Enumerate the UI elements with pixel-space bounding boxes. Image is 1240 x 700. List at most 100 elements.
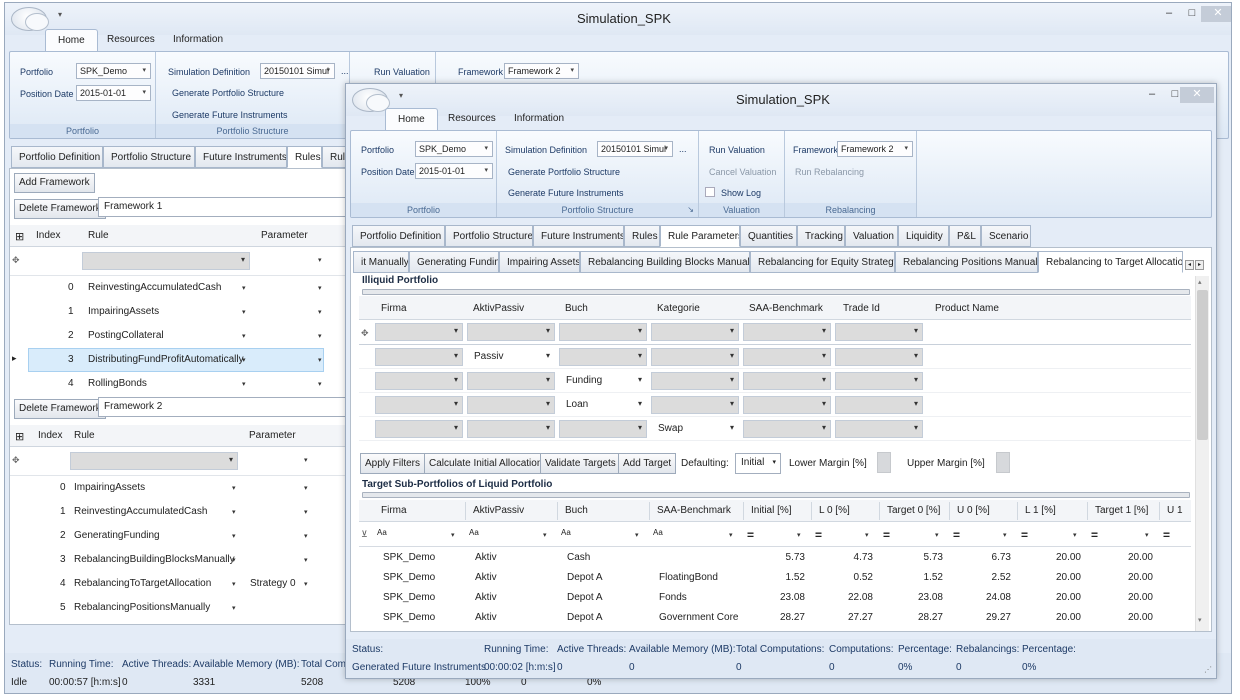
tab-liquidity[interactable]: Liquidity [898, 225, 949, 247]
cell-combo[interactable] [467, 396, 555, 414]
column-filter[interactable]: Aa [561, 528, 571, 537]
cell-combo[interactable] [651, 372, 739, 390]
calculate-initial-allocation-button[interactable]: Calculate Initial Allocation [424, 453, 548, 474]
target-col-header[interactable]: Target 1 [%] [1095, 505, 1148, 516]
quick-access-arrow[interactable]: ▾ [58, 10, 62, 19]
cell-combo[interactable] [743, 348, 831, 366]
cell-combo[interactable]: Passiv [467, 348, 555, 366]
column-filter[interactable]: = [953, 528, 960, 542]
column-filter[interactable]: Aa [653, 528, 663, 537]
lower-margin-input[interactable] [877, 452, 891, 473]
illiquid-filter-combo[interactable] [467, 323, 555, 341]
tab-scroll-right-icon[interactable]: ▸ [1195, 260, 1204, 270]
close-icon[interactable]: ✕ [1180, 87, 1214, 103]
tab-portfolio-definition[interactable]: Portfolio Definition [11, 146, 103, 168]
target-col-header[interactable]: Target 0 [%] [887, 505, 940, 516]
column-filter[interactable]: Aa [469, 528, 479, 537]
table-row[interactable]: SPK_Demo Aktiv Depot A Fonds 23.08 22.08 23.08… [359, 588, 1191, 608]
tab-quantities[interactable]: Quantities [740, 225, 797, 247]
illiquid-filter-combo[interactable] [835, 323, 923, 341]
cell-combo[interactable] [375, 420, 463, 438]
new-rule-combo[interactable] [70, 452, 238, 470]
col-aktivpassiv[interactable]: AktivPassiv [473, 303, 524, 314]
grid-settings-icon[interactable]: ⊞ [15, 430, 24, 443]
target-col-header[interactable]: U 0 [%] [957, 505, 990, 516]
tab-tracking[interactable]: Tracking [797, 225, 845, 247]
subtab-rebalancing-target-allocation[interactable]: Rebalancing to Target Allocation [1038, 251, 1183, 273]
new-rule-combo[interactable] [82, 252, 250, 270]
ribbon-tab-home[interactable]: Home [385, 108, 438, 130]
ribbon-tab-information[interactable]: Information [161, 29, 235, 51]
framework-2-name[interactable]: Framework 2 [98, 397, 346, 417]
illiquid-splitter[interactable] [362, 289, 1190, 295]
group-launcher-icon[interactable]: ↘ [687, 203, 694, 217]
subtab-rebalancing-positions[interactable]: Rebalancing Positions Manually [895, 251, 1038, 273]
tab-scroll-left-icon[interactable]: ◂ [1185, 260, 1194, 270]
tab-portfolio-structure[interactable]: Portfolio Structure [445, 225, 533, 247]
show-log-checkbox[interactable] [705, 187, 715, 197]
validate-targets-button[interactable]: Validate Targets [540, 453, 621, 474]
illiquid-filter-combo[interactable] [651, 323, 739, 341]
cell-combo[interactable] [375, 348, 463, 366]
column-filter[interactable]: = [747, 528, 754, 542]
target-col-header[interactable]: AktivPassiv [473, 505, 524, 516]
generate-portfolio-button[interactable]: Generate Portfolio Structure [172, 88, 284, 98]
table-row[interactable]: 0 ReinvestingAccumulatedCash ▾ ▾ [10, 276, 348, 300]
table-row[interactable]: SPK_Demo Aktiv Depot A FloatingBond 1.52 0.52… [359, 568, 1191, 588]
cancel-valuation-button[interactable]: Cancel Valuation [709, 167, 776, 177]
apply-filters-button[interactable]: Apply Filters [360, 453, 426, 474]
sim-def-more-button[interactable]: ... [341, 66, 349, 76]
sim-def-combo[interactable]: 20150101 Simul ▾ [597, 141, 673, 157]
app-menu-orb[interactable] [352, 88, 390, 112]
table-row[interactable]: 1 ImpairingAssets ▾ ▾ [10, 300, 348, 324]
cell-combo[interactable] [835, 372, 923, 390]
tab-rules[interactable]: Rules [624, 225, 660, 247]
cell-combo[interactable] [651, 396, 739, 414]
cell-combo[interactable] [559, 420, 647, 438]
table-row[interactable]: 3 RebalancingBuildingBlocksManually ▾ ▾ [10, 548, 348, 572]
defaulting-combo[interactable]: Initial ▾ [735, 453, 781, 474]
tab-rule-parameters[interactable]: Rule Parameters [660, 225, 740, 247]
table-row[interactable]: 4 RebalancingToTargetAllocation Strategy 0… [10, 572, 348, 596]
table-row[interactable]: 0 ImpairingAssets ▾ ▾ [10, 476, 348, 500]
col-buch[interactable]: Buch [565, 303, 588, 314]
table-row[interactable]: SPK_Demo Aktiv Cash 5.73 4.73 5.73 6.73 20.00 20… [359, 548, 1191, 568]
table-row[interactable]: SPK_Demo Aktiv Depot A Government Core 28.27… [359, 608, 1191, 628]
run-valuation-button[interactable]: Run Valuation [374, 67, 430, 77]
col-firma[interactable]: Firma [381, 303, 407, 314]
new-parameter-dropdown[interactable]: ▾ [318, 256, 322, 264]
cell-combo[interactable] [467, 372, 555, 390]
tab-scenario[interactable]: Scenario [981, 225, 1031, 247]
sim-def-combo[interactable]: 20150101 Simul ▾ [260, 63, 335, 79]
add-framework-button[interactable]: Add Framework [14, 173, 95, 193]
tab-future-instruments[interactable]: Future Instruments [195, 146, 287, 168]
tab-rules[interactable]: Rules [287, 146, 322, 168]
illiquid-new-row[interactable] [359, 320, 1191, 344]
table-row[interactable]: Funding [359, 369, 1191, 393]
target-col-header[interactable]: U 1 [1167, 505, 1183, 516]
col-rule[interactable]: Rule [74, 430, 95, 441]
framework-combo[interactable]: Framework 2 ▾ [837, 141, 913, 157]
column-filter[interactable]: = [1163, 528, 1170, 542]
illiquid-filter-combo[interactable] [743, 323, 831, 341]
table-row[interactable]: Loan [359, 393, 1191, 417]
column-filter[interactable]: = [815, 528, 822, 542]
table-row[interactable]: Passiv [359, 345, 1191, 369]
vertical-scrollbar[interactable]: ▴ ▾ [1195, 276, 1209, 631]
cell-combo[interactable]: Funding [559, 372, 647, 390]
portfolio-combo[interactable]: SPK_Demo ▾ [76, 63, 151, 79]
tab-pnl[interactable]: P&L [949, 225, 981, 247]
subtab-rebalancing-equity[interactable]: Rebalancing for Equity Strategy [750, 251, 895, 273]
quick-access-arrow[interactable]: ▾ [399, 91, 403, 100]
column-filter[interactable]: = [1021, 528, 1028, 542]
cell-combo[interactable] [559, 348, 647, 366]
subtab-generating-funding[interactable]: Generating Funding [409, 251, 499, 273]
upper-margin-input[interactable] [996, 452, 1010, 473]
cell-combo[interactable] [651, 348, 739, 366]
ribbon-tab-information[interactable]: Information [502, 108, 576, 130]
sim-def-more-button[interactable]: ... [679, 144, 687, 154]
col-parameter[interactable]: Parameter [261, 230, 308, 241]
column-filter[interactable]: Aa [377, 528, 387, 537]
table-row[interactable]: Swap [359, 417, 1191, 441]
cell-combo[interactable] [743, 372, 831, 390]
